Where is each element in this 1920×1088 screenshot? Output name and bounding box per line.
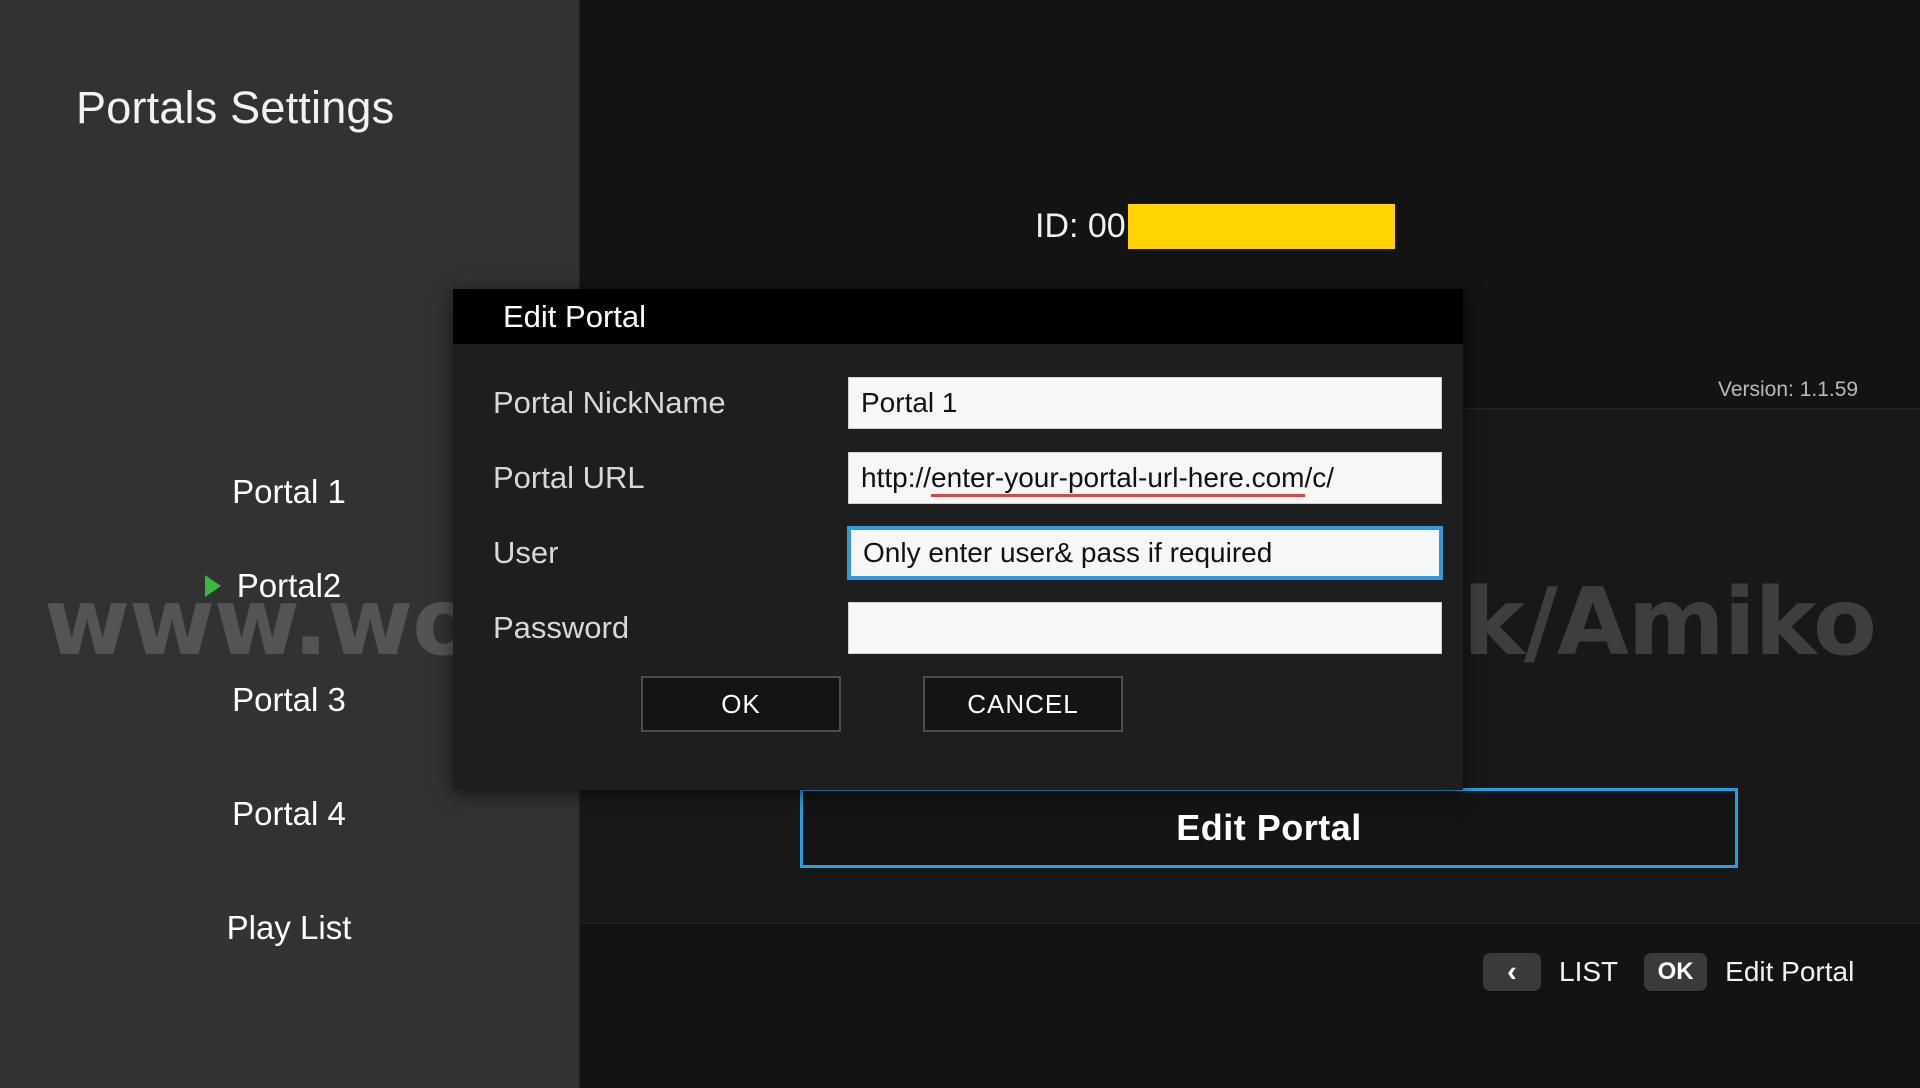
portal-nickname-value: Portal 1 (861, 386, 958, 418)
edit-portal-button-label: Edit Portal (1176, 807, 1362, 848)
ok-key-hint: OK Edit Portal (1644, 953, 1854, 991)
sidebar-item-label: Portal 3 (232, 681, 346, 718)
portal-url-input[interactable]: http://enter-your-portal-url-here.com/c/ (848, 451, 1442, 504)
dialog-title: Edit Portal (503, 298, 647, 334)
user-label: User (493, 534, 559, 570)
sidebar-item-label: Play List (226, 909, 352, 946)
user-value: Only enter user& pass if required (863, 536, 1273, 568)
key-hint-bar: ‹ LIST OK Edit Portal (1483, 948, 1854, 996)
ok-button-label: OK (721, 688, 761, 719)
url-host-misspelled: enter-your-portal-url-here.com (931, 461, 1305, 497)
field-row-portal-nickname: Portal NickName Portal 1 (453, 376, 1463, 429)
user-input[interactable]: Only enter user& pass if required (848, 526, 1442, 579)
cancel-button-label: CANCEL (967, 688, 1079, 719)
sidebar-item-portal-4[interactable]: Portal 4 (0, 784, 578, 844)
portal-nickname-label: Portal NickName (493, 384, 726, 420)
selected-marker-icon (205, 575, 221, 597)
ok-key-icon[interactable]: OK (1644, 953, 1708, 991)
portal-id-label: ID: 00 (1035, 206, 1126, 245)
edit-portal-button[interactable]: Edit Portal (800, 788, 1738, 868)
portal-id-row: ID: 00 (1035, 203, 1395, 249)
sidebar-item-label: Portal2 (236, 567, 342, 604)
portal-url-label: Portal URL (493, 459, 645, 495)
portal-nickname-input[interactable]: Portal 1 (848, 376, 1442, 429)
url-scheme: http:// (861, 461, 932, 493)
field-row-password: Password (453, 601, 1463, 654)
app-screen: Portals Settings Portal 1 Portal2 Portal… (0, 0, 1920, 1088)
dialog-titlebar: Edit Portal (453, 289, 1463, 344)
url-path: /c/ (1304, 461, 1335, 493)
dialog-body: Portal NickName Portal 1 Portal URL http… (453, 344, 1463, 732)
redaction-box (1127, 203, 1395, 249)
page-title: Portals Settings (76, 82, 395, 133)
portal-url-value: http://enter-your-portal-url-here.com/c/ (849, 461, 1335, 497)
field-row-user: User Only enter user& pass if required (453, 526, 1463, 579)
password-label: Password (493, 609, 630, 645)
sidebar-item-label: Portal 1 (232, 473, 346, 510)
field-row-portal-url: Portal URL http://enter-your-portal-url-… (453, 451, 1463, 504)
back-key-label: LIST (1559, 956, 1619, 987)
edit-portal-dialog: Edit Portal Portal NickName Portal 1 Por… (453, 289, 1463, 790)
ok-key-label: Edit Portal (1725, 956, 1855, 987)
password-input[interactable] (848, 601, 1442, 654)
version-label: Version: 1.1.59 (1718, 378, 1859, 401)
sidebar-item-label: Portal 4 (232, 795, 346, 832)
sidebar-item-play-list[interactable]: Play List (0, 898, 578, 958)
ok-button[interactable]: OK (641, 676, 841, 732)
dialog-button-row: OK CANCEL (453, 676, 1463, 732)
cancel-button[interactable]: CANCEL (923, 676, 1123, 732)
back-key-icon[interactable]: ‹ (1483, 953, 1541, 991)
